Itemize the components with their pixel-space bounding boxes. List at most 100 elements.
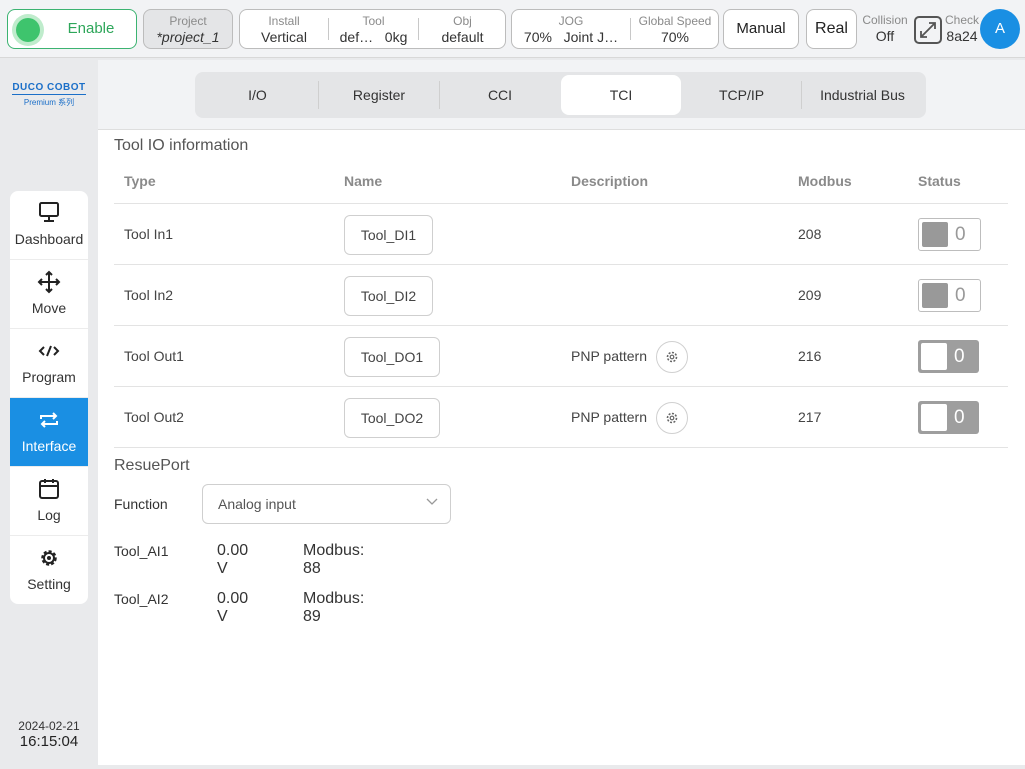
status-value: 0	[954, 346, 965, 367]
tool-io-title: Tool IO information	[114, 137, 249, 154]
sidebar-item-label: Dashboard	[14, 231, 84, 247]
row-description: PNP pattern	[571, 348, 648, 364]
tab-tcpip[interactable]: TCP/IP	[682, 75, 801, 115]
obj-title: Obj	[453, 14, 472, 28]
tool-cell[interactable]: Tool def… 0kg	[329, 10, 418, 48]
sidebar-item-program[interactable]: Program	[10, 329, 88, 398]
check-title: Check	[944, 13, 979, 27]
user-avatar[interactable]: A	[980, 9, 1020, 49]
enable-button[interactable]: Enable	[7, 9, 137, 49]
name-field[interactable]: Tool_DI2	[344, 276, 433, 316]
tool-load: 0kg	[384, 29, 408, 45]
monitor-icon	[39, 202, 59, 222]
jog-cell[interactable]: JOG 70% Joint J…	[512, 10, 630, 48]
status-square	[921, 343, 947, 370]
chevron-down-icon	[426, 498, 438, 505]
logo-sub: Premium 系列	[23, 98, 75, 107]
tab-io[interactable]: I/O	[198, 75, 317, 115]
time-display: 16:15:04	[19, 733, 79, 750]
sidebar-item-setting[interactable]: Setting	[10, 536, 88, 604]
move-arrows-icon	[37, 270, 61, 294]
status-value: 0	[954, 407, 965, 428]
table-row: Tool Out1 Tool_DO1 PNP pattern 216 0	[114, 326, 1008, 387]
check-value: 8a24	[946, 28, 978, 44]
status-value: 0	[955, 224, 966, 245]
check-indicator[interactable]: Check 8a24	[940, 13, 984, 44]
sidebar-item-label: Log	[37, 507, 61, 523]
sidebar-item-label: Move	[31, 300, 67, 316]
logo: DUCO COBOT Premium 系列	[12, 82, 86, 108]
install-value: Vertical	[261, 29, 307, 45]
analog-modbus: Modbus: 88	[303, 542, 365, 577]
table-row: Tool In1 Tool_DI1 208 0	[114, 204, 1008, 265]
name-field[interactable]: Tool_DO2	[344, 398, 440, 438]
date-display: 2024-02-21	[18, 719, 80, 733]
real-button[interactable]: Real	[806, 9, 857, 49]
column-header-type: Type	[124, 173, 156, 189]
function-label: Function	[114, 496, 168, 512]
jog-speed: 70%	[523, 29, 552, 45]
column-header-status: Status	[918, 173, 961, 189]
column-header-name: Name	[344, 173, 383, 189]
row-type: Tool Out1	[124, 348, 184, 364]
status-toggle[interactable]: 0	[918, 401, 979, 434]
install-tool-obj-group[interactable]: Install Vertical Tool def… 0kg Obj defau…	[239, 9, 506, 49]
tab-industrial-bus[interactable]: Industrial Bus	[802, 75, 923, 115]
jog-speed-group[interactable]: JOG 70% Joint J… Global Speed 70%	[511, 9, 719, 49]
column-header-modbus: Modbus	[798, 173, 852, 189]
row-modbus: 208	[798, 226, 822, 242]
analog-name: Tool_AI1	[114, 543, 169, 559]
name-field[interactable]: Tool_DI1	[344, 215, 433, 255]
project-title: Project	[169, 14, 207, 28]
tab-cci[interactable]: CCI	[440, 75, 560, 115]
analog-name: Tool_AI2	[114, 591, 169, 607]
swap-arrows-icon	[40, 412, 58, 428]
row-modbus: 216	[798, 348, 822, 364]
code-icon	[38, 345, 60, 357]
obj-cell[interactable]: Obj default	[419, 10, 506, 48]
column-header-description: Description	[571, 173, 649, 189]
sidebar-item-label: Setting	[27, 576, 71, 592]
gear-icon[interactable]	[656, 341, 688, 373]
tool-title: Tool	[362, 14, 385, 28]
sidebar-item-dashboard[interactable]: Dashboard	[10, 191, 88, 260]
mode-button[interactable]: Manual	[723, 9, 799, 49]
calendar-icon	[39, 479, 59, 499]
install-title: Install	[268, 14, 300, 28]
sidebar-nav: Dashboard Move Program Interface Log Set…	[10, 191, 88, 604]
gear-icon[interactable]	[656, 402, 688, 434]
logo-brand: DUCO COBOT	[12, 82, 86, 95]
function-select[interactable]: Analog input	[202, 484, 451, 524]
row-description: PNP pattern	[571, 409, 648, 425]
name-field[interactable]: Tool_DO1	[344, 337, 440, 377]
divider	[114, 447, 1008, 448]
install-cell[interactable]: Install Vertical	[240, 10, 328, 48]
resue-port-title: ResuePort	[114, 457, 190, 474]
analog-value: 0.00 V	[217, 542, 249, 577]
status-indicator: 0	[918, 279, 981, 312]
jog-mode: Joint J…	[563, 29, 619, 45]
tab-group: I/O Register CCI TCI TCP/IP Industrial B…	[195, 72, 926, 118]
status-square	[921, 404, 947, 431]
row-type: Tool In2	[124, 287, 174, 303]
project-selector[interactable]: Project *project_1	[143, 9, 233, 49]
table-row: Tool In2 Tool_DI2 209 0	[114, 265, 1008, 326]
global-speed-title: Global Speed	[638, 14, 712, 28]
global-speed-cell[interactable]: Global Speed 70%	[631, 10, 719, 48]
expand-icon[interactable]	[914, 16, 942, 44]
row-type: Tool Out2	[124, 409, 184, 425]
project-value: *project_1	[156, 29, 220, 45]
tab-tci[interactable]: TCI	[561, 75, 681, 115]
sidebar-item-move[interactable]: Move	[10, 260, 88, 329]
status-indicator: 0	[918, 218, 981, 251]
function-value: Analog input	[218, 496, 296, 512]
status-toggle[interactable]: 0	[918, 340, 979, 373]
jog-value: 70% Joint J…	[512, 29, 630, 45]
row-modbus: 209	[798, 287, 822, 303]
sidebar-item-log[interactable]: Log	[10, 467, 88, 536]
tab-register[interactable]: Register	[319, 75, 439, 115]
sidebar-item-label: Interface	[21, 438, 77, 454]
collision-indicator[interactable]: Collision Off	[861, 13, 909, 44]
status-square	[922, 222, 948, 247]
sidebar-item-interface[interactable]: Interface	[10, 398, 88, 467]
